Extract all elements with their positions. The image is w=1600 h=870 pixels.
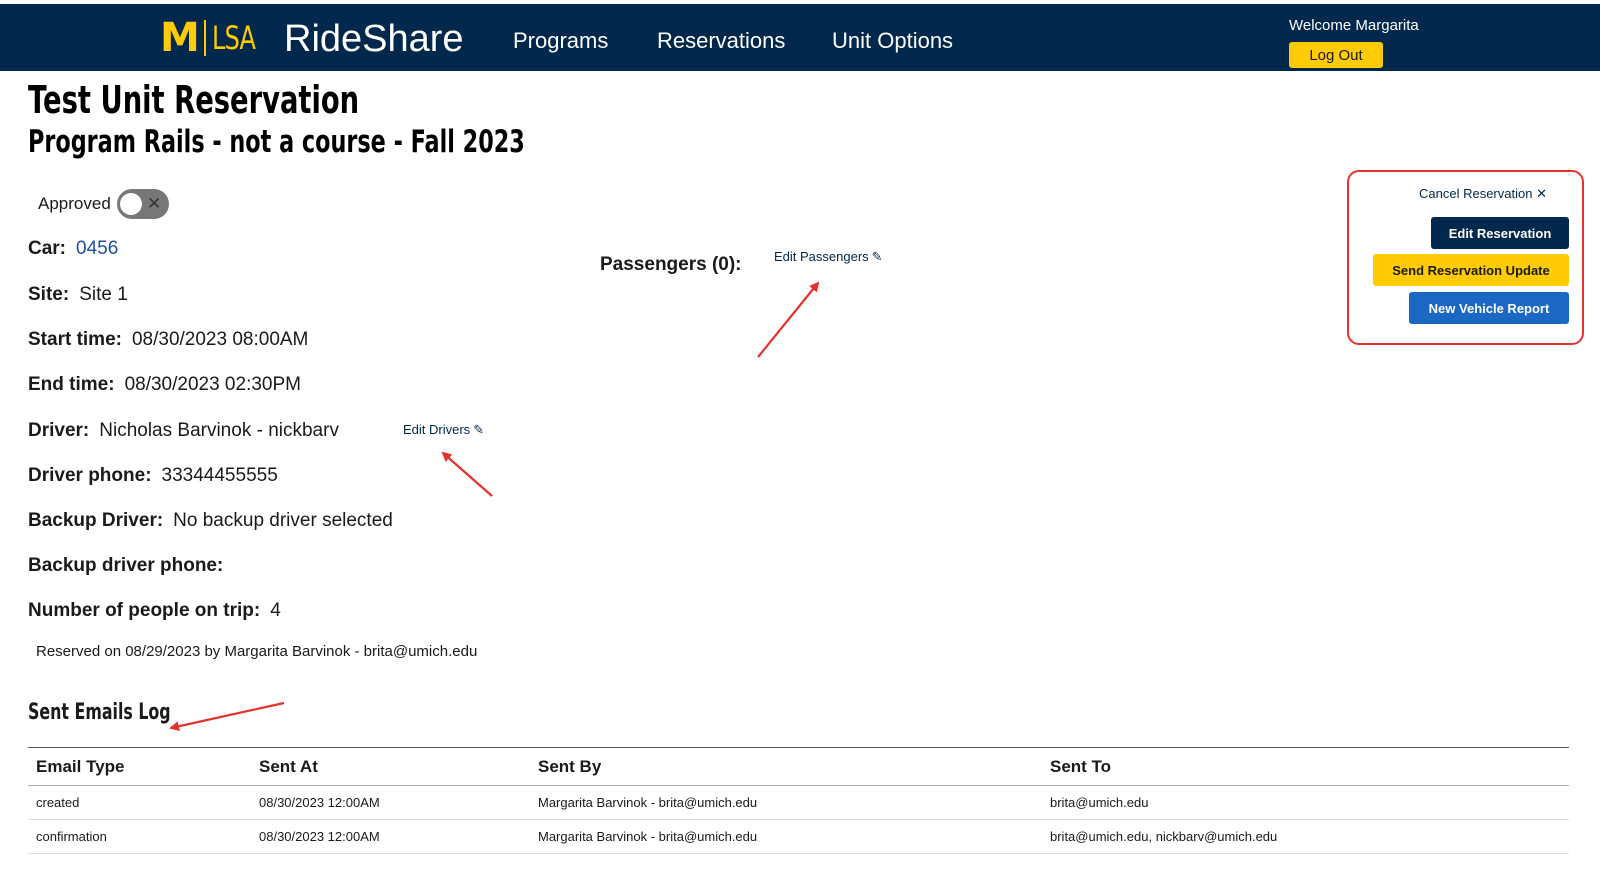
backup-driver-value: No backup driver selected	[173, 510, 393, 531]
start-time-row: Start time: 08/30/2023 08:00AM	[28, 329, 308, 351]
driver-phone-row: Driver phone: 33344455555	[28, 465, 278, 487]
sent-emails-table: Email Type Sent At Sent By Sent To creat…	[28, 747, 1569, 854]
send-reservation-update-button[interactable]: Send Reservation Update	[1373, 254, 1569, 286]
edit-passengers-link[interactable]: Edit Passengers ✎	[774, 249, 883, 265]
sent-at-cell: 08/30/2023 12:00AM	[251, 819, 530, 854]
driver-row: Driver: Nicholas Barvinok - nickbarv	[28, 420, 339, 442]
passengers-label: Passengers (0):	[600, 254, 742, 275]
end-time-row: End time: 08/30/2023 02:30PM	[28, 374, 301, 396]
arrow-to-edit-passengers	[757, 281, 820, 358]
sent-by-cell: Margarita Barvinok - brita@umich.edu	[530, 785, 1042, 820]
edit-drivers-link[interactable]: Edit Drivers ✎	[403, 422, 484, 438]
close-icon: ✕	[1536, 186, 1547, 201]
log-out-button[interactable]: Log Out	[1289, 42, 1383, 68]
nav-reservations[interactable]: Reservations	[657, 28, 785, 54]
backup-phone-row: Backup driver phone:	[28, 555, 233, 577]
new-vehicle-report-button[interactable]: New Vehicle Report	[1409, 292, 1569, 324]
driver-phone-label: Driver phone:	[28, 465, 152, 486]
sent-to-cell: brita@umich.edu, nickbarv@umich.edu	[1042, 819, 1569, 854]
block-m-logo: M	[160, 15, 200, 61]
table-row: created 08/30/2023 12:00AM Margarita Bar…	[28, 785, 1569, 820]
sent-at-cell: 08/30/2023 12:00AM	[251, 785, 530, 820]
site-value: Site 1	[79, 284, 128, 305]
pencil-icon: ✎	[473, 422, 485, 437]
arrow-to-edit-drivers	[441, 451, 493, 497]
nav-programs[interactable]: Programs	[513, 28, 608, 54]
people-row: Number of people on trip: 4	[28, 600, 281, 622]
column-header-sent-by: Sent By	[530, 747, 1042, 786]
pencil-icon: ✎	[871, 249, 883, 264]
backup-phone-label: Backup driver phone:	[28, 555, 224, 576]
email-type-cell: created	[28, 785, 251, 820]
logo-divider	[203, 20, 206, 56]
close-icon: ✕	[147, 194, 162, 213]
column-header-sent-to: Sent To	[1042, 747, 1569, 786]
arrow-to-emails-log	[169, 701, 285, 732]
page-subtitle: Program Rails - not a course - Fall 2023	[28, 124, 525, 160]
site-row: Site: Site 1	[28, 284, 128, 306]
table-header-row: Email Type Sent At Sent By Sent To	[28, 747, 1569, 786]
lsa-logo-text: LSA	[211, 19, 256, 57]
edit-drivers-label: Edit Drivers	[403, 422, 471, 437]
top-navbar: M LSA RideShare Programs Reservations Un…	[0, 4, 1600, 71]
approved-label: Approved	[38, 194, 111, 213]
sent-to-cell: brita@umich.edu	[1042, 785, 1569, 820]
table-row: confirmation 08/30/2023 12:00AM Margarit…	[28, 819, 1569, 854]
end-time-value: 08/30/2023 02:30PM	[124, 374, 301, 395]
university-logo[interactable]: M LSA	[160, 18, 260, 58]
driver-label: Driver:	[28, 420, 90, 441]
approved-toggle[interactable]: ✕	[117, 189, 169, 219]
start-time-label: Start time:	[28, 329, 122, 350]
people-label: Number of people on trip:	[28, 600, 261, 621]
driver-value: Nicholas Barvinok - nickbarv	[99, 420, 339, 441]
column-header-email-type: Email Type	[28, 747, 251, 786]
cancel-reservation-label: Cancel Reservation	[1419, 186, 1533, 201]
nav-unit-options[interactable]: Unit Options	[832, 28, 953, 54]
cancel-reservation-link[interactable]: Cancel Reservation ✕	[1419, 186, 1547, 202]
edit-reservation-button[interactable]: Edit Reservation	[1431, 217, 1569, 249]
page-title: Test Unit Reservation	[28, 78, 360, 122]
reserved-on-text: Reserved on 08/29/2023 by Margarita Barv…	[36, 643, 478, 660]
backup-driver-row: Backup Driver: No backup driver selected	[28, 510, 393, 532]
column-header-sent-at: Sent At	[251, 747, 530, 786]
driver-phone-value: 33344455555	[161, 465, 278, 486]
edit-passengers-label: Edit Passengers	[774, 249, 869, 264]
start-time-value: 08/30/2023 08:00AM	[131, 329, 309, 350]
car-row: Car: 0456	[28, 238, 118, 260]
welcome-message: Welcome Margarita	[1289, 17, 1419, 34]
toggle-knob	[120, 193, 142, 215]
sent-by-cell: Margarita Barvinok - brita@umich.edu	[530, 819, 1042, 854]
email-type-cell: confirmation	[28, 819, 251, 854]
site-label: Site:	[28, 284, 70, 305]
people-value: 4	[270, 600, 281, 621]
car-link[interactable]: 0456	[76, 238, 118, 259]
end-time-label: End time:	[28, 374, 115, 395]
backup-driver-label: Backup Driver:	[28, 510, 164, 531]
car-label: Car:	[28, 238, 67, 259]
sent-emails-log-title: Sent Emails Log	[28, 700, 171, 725]
app-name[interactable]: RideShare	[284, 18, 464, 60]
